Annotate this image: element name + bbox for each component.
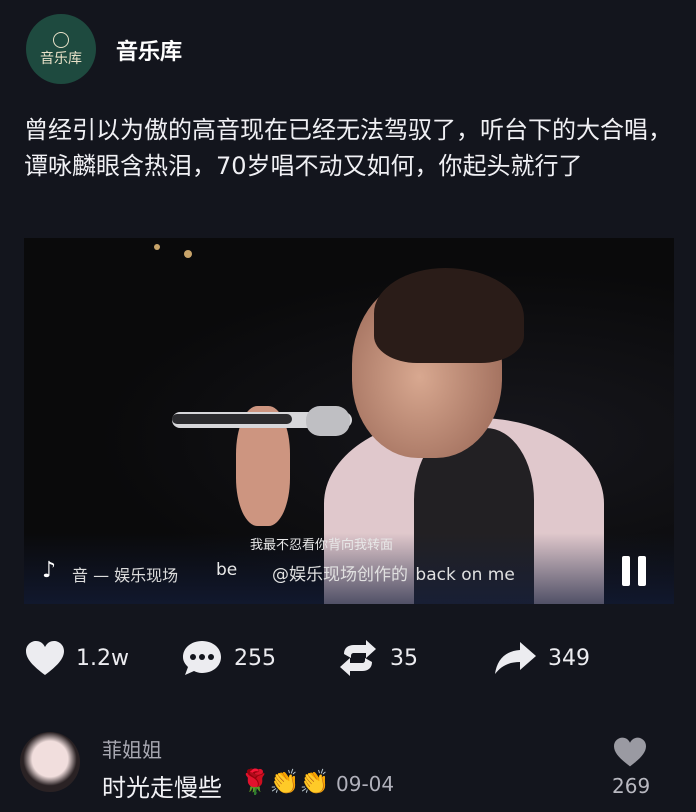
comment-heart-icon [614, 737, 646, 767]
stage-light [154, 244, 160, 250]
commenter-name[interactable]: 菲姐姐 [102, 734, 162, 763]
repost-icon [340, 640, 376, 676]
tiktok-icon: ♪ [42, 558, 57, 583]
stage-light [184, 250, 192, 258]
repost-button[interactable]: 35 [336, 630, 418, 686]
comment-count: 255 [234, 645, 276, 671]
logo-seal-icon [53, 32, 69, 48]
comment-icon [183, 641, 221, 675]
commenter-avatar[interactable] [20, 732, 80, 792]
microphone-handle [172, 414, 292, 424]
share-button[interactable]: 349 [492, 630, 590, 686]
comment-item: 菲姐姐 时光走慢些 🌹👏👏 09-04 269 [0, 726, 696, 812]
video-subtitle-en-tail: back on me [415, 565, 515, 585]
video-watermark-right-text: @娱乐现场创作的 [272, 565, 408, 585]
share-icon [495, 642, 536, 674]
heart-icon [26, 641, 64, 675]
video-subtitle-cn: 我最不忍看你背向我转面 [250, 538, 394, 553]
post-header: 音乐库 音乐库 [0, 0, 696, 100]
comment-like-count: 269 [612, 774, 651, 798]
post-actions: 1.2w 255 35 349 [0, 630, 696, 690]
microphone-head [306, 406, 350, 436]
pause-bar-left [622, 556, 630, 586]
video-subtitle-en: be [216, 560, 238, 580]
comment-text: 时光走慢些 [102, 774, 222, 802]
pause-bar-right [638, 556, 646, 586]
account-name[interactable]: 音乐库 [116, 34, 182, 66]
video-player[interactable]: 我最不忍看你背向我转面 ♪ 音 — 娱乐现场 be @娱乐现场创作的 back … [24, 238, 674, 604]
video-watermark-right: @娱乐现场创作的 back on me [272, 560, 515, 585]
comment-button[interactable]: 255 [180, 630, 276, 686]
repost-count: 35 [390, 645, 418, 671]
comment-like-button[interactable] [612, 736, 648, 772]
singer-hair [374, 268, 524, 363]
comment-date: 09-04 [336, 772, 395, 796]
comment-emojis: 🌹👏👏 [240, 768, 330, 796]
like-button[interactable]: 1.2w [24, 630, 129, 686]
avatar-logo-text: 音乐库 [40, 51, 82, 67]
video-watermark-left: 音 — 娱乐现场 [72, 566, 179, 585]
like-count: 1.2w [76, 645, 129, 671]
account-avatar[interactable]: 音乐库 [26, 14, 96, 84]
post-text: 曾经引以为傲的高音现在已经无法驾驭了，听台下的大合唱，谭咏麟眼含热泪，70岁唱不… [24, 116, 672, 180]
pause-button[interactable] [622, 556, 648, 586]
share-count: 349 [548, 645, 590, 671]
